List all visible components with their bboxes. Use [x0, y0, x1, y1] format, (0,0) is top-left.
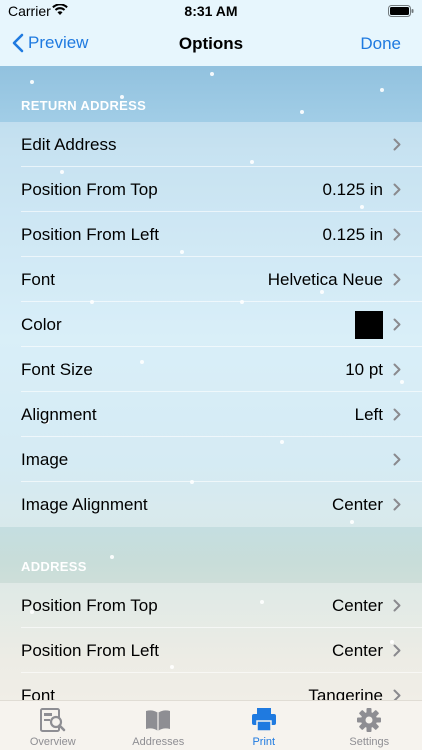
row-value: Center	[331, 595, 383, 615]
row-label: Alignment	[21, 404, 97, 424]
gear-icon	[357, 708, 382, 732]
chevron-right-icon	[393, 363, 401, 376]
row-value: Tangerine	[308, 685, 383, 701]
book-icon	[146, 710, 171, 731]
row-label: Image Alignment	[21, 494, 148, 514]
chevron-right-icon	[393, 228, 401, 241]
section-header-return-address: RETURN ADDRESS	[21, 98, 147, 113]
row-label: Position From Left	[21, 224, 159, 244]
row-label: Color	[21, 314, 62, 334]
chevron-right-icon	[393, 498, 401, 511]
row-image[interactable]: Image	[0, 437, 422, 482]
row-label: Edit Address	[21, 134, 117, 154]
row-font-size[interactable]: Font Size 10 pt	[0, 347, 422, 392]
page-title: Options	[178, 34, 244, 53]
row-label: Font	[21, 269, 56, 289]
tab-label: Settings	[349, 736, 390, 748]
address-group: Position From Top Center Position From L…	[0, 583, 422, 700]
row-label: Font Size	[21, 359, 93, 379]
chevron-right-icon	[393, 408, 401, 421]
row-value: Center	[331, 494, 383, 514]
row-label: Position From Top	[21, 179, 158, 199]
status-bar: Carrier 8:31 AM	[0, 0, 422, 22]
row-address-position-from-top[interactable]: Position From Top Center	[0, 583, 422, 628]
row-alignment[interactable]: Alignment Left	[0, 392, 422, 437]
row-position-from-left[interactable]: Position From Left 0.125 in	[0, 212, 422, 257]
row-value: Helvetica Neue	[267, 269, 383, 289]
row-value: Left	[354, 404, 383, 424]
row-value: 0.125 in	[322, 179, 384, 199]
chevron-right-icon	[393, 644, 401, 657]
row-edit-address[interactable]: Edit Address	[0, 122, 422, 167]
color-swatch	[355, 310, 383, 339]
row-image-alignment[interactable]: Image Alignment Center	[0, 482, 422, 527]
row-label: Font	[21, 685, 56, 701]
row-address-position-from-left[interactable]: Position From Left Center	[0, 628, 422, 673]
battery-icon	[388, 5, 414, 17]
printer-icon	[251, 708, 276, 732]
chevron-right-icon	[393, 318, 401, 331]
row-label: Position From Left	[21, 640, 159, 660]
overview-icon	[39, 708, 66, 732]
row-value: 10 pt	[345, 359, 383, 379]
chevron-right-icon	[393, 599, 401, 612]
tab-addresses[interactable]: Addresses	[106, 701, 212, 750]
navigation-bar: Preview Options Done	[0, 22, 422, 66]
chevron-right-icon	[393, 453, 401, 466]
row-value: 0.125 in	[322, 224, 384, 244]
chevron-right-icon	[393, 183, 401, 196]
chevron-right-icon	[393, 273, 401, 286]
status-time: 8:31 AM	[184, 3, 238, 19]
tab-label: Print	[252, 736, 276, 748]
row-position-from-top[interactable]: Position From Top 0.125 in	[0, 167, 422, 212]
return-address-group: Edit Address Position From Top 0.125 in …	[0, 122, 422, 527]
tab-overview[interactable]: Overview	[0, 701, 106, 750]
done-button[interactable]: Done	[360, 34, 401, 54]
tab-settings[interactable]: Settings	[317, 701, 422, 750]
options-list: RETURN ADDRESS Edit Address Position Fro…	[0, 66, 422, 700]
row-color[interactable]: Color	[0, 302, 422, 347]
row-label: Image	[21, 449, 69, 469]
row-font[interactable]: Font Helvetica Neue	[0, 257, 422, 302]
chevron-right-icon	[393, 138, 401, 151]
tab-label: Overview	[29, 736, 76, 748]
row-value: Center	[331, 640, 383, 660]
chevron-right-icon	[393, 689, 401, 700]
row-address-font[interactable]: Font Tangerine	[0, 673, 422, 700]
tab-bar: Overview Addresses Print Settings	[0, 700, 422, 750]
tab-print[interactable]: Print	[211, 701, 317, 750]
row-label: Position From Top	[21, 595, 158, 615]
section-header-address: ADDRESS	[21, 559, 87, 574]
tab-label: Addresses	[132, 736, 185, 748]
